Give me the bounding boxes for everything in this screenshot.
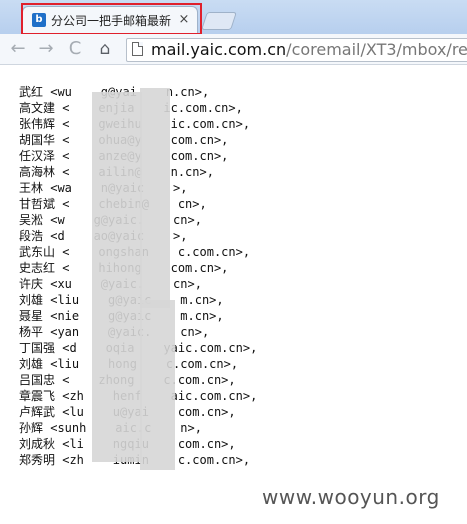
home-button[interactable]: ⌂ (94, 38, 116, 60)
email-line: 胡国华 < ohua@y com.cn>, (19, 133, 229, 147)
reload-button[interactable]: C (64, 38, 86, 60)
email-line: 武红 <wu g@yai n.cn>, (19, 85, 210, 99)
email-line: 甘哲斌 < chebin@ cn>, (19, 197, 207, 211)
email-line: 卢辉武 <lu u@yai com.cn>, (19, 405, 236, 419)
email-line: 吕国忠 < zhong c.com.cn>, (19, 373, 236, 387)
email-line: 章震飞 <zh henf aic.com.cn>, (19, 389, 258, 403)
url-host: mail.yaic.com.cn (151, 40, 287, 59)
redaction-mosaic (140, 300, 175, 470)
email-line: 杨平 <yan @yaic. cn>, (19, 325, 210, 339)
email-line: 高文建 < enjia ic.com.cn>, (19, 101, 243, 115)
email-line: 王林 <wa n@yaic >, (19, 181, 188, 195)
email-line: 段浩 <d ao@yaic >, (19, 229, 188, 243)
document-favicon-icon: b (32, 13, 46, 27)
tab-title: 分公司一把手邮箱最新.txt (51, 14, 171, 28)
address-bar[interactable]: mail.yaic.com.cn/coremail/XT3/mbox/rea (126, 38, 467, 62)
email-line: 刘雄 <liu g@yaic m.cn>, (19, 293, 224, 307)
tab-strip: b 分公司一把手邮箱最新.txt × (0, 0, 467, 35)
email-line: 丁国强 <d oqia yaic.com.cn>, (19, 341, 258, 355)
email-line: 张伟辉 < gweihu ic.com.cn>, (19, 117, 251, 131)
email-line: 刘成秋 <li ngqiu com.cn>, (19, 437, 236, 451)
email-line: 武东山 < ongshan c.com.cn>, (19, 245, 251, 259)
email-line: 任汉泽 < anze@y com.cn>, (19, 149, 229, 163)
redaction-mosaic (140, 88, 170, 308)
email-line: 吴淞 <w g@yaic. cn>, (19, 213, 202, 227)
page-icon (132, 42, 143, 56)
forward-button[interactable]: → (35, 38, 57, 60)
redaction-mosaic (92, 92, 142, 462)
url-text: mail.yaic.com.cn/coremail/XT3/mbox/rea (151, 39, 467, 61)
new-tab-button[interactable] (201, 12, 237, 30)
email-line: 郑秀明 <zh iumin c.com.cn>, (19, 453, 251, 467)
browser-toolbar: ← → C ⌂ mail.yaic.com.cn/coremail/XT3/mb… (0, 34, 467, 65)
email-line: 刘雄 <liu hong c.com.cn>, (19, 357, 239, 371)
email-line: 聂星 <nie g@yaic m.cn>, (19, 309, 224, 323)
back-button[interactable]: ← (7, 38, 29, 60)
email-line: 孙辉 <sunh aic.c n>, (19, 421, 202, 435)
tab-active[interactable]: b 分公司一把手邮箱最新.txt × (22, 6, 198, 34)
watermark: www.wooyun.org (262, 485, 440, 509)
email-line: 高海林 < ailin@ n.cn>, (19, 165, 214, 179)
email-line: 许庆 <xu @yaic. cn>, (19, 277, 202, 291)
url-path: /coremail/XT3/mbox/rea (286, 40, 467, 59)
text-file-content: 武红 <wu g@yai n.cn>, 高文建 < enjia ic.com.c… (19, 84, 459, 468)
close-icon[interactable]: × (177, 12, 191, 28)
email-line: 史志红 < hihong com.cn>, (19, 261, 229, 275)
